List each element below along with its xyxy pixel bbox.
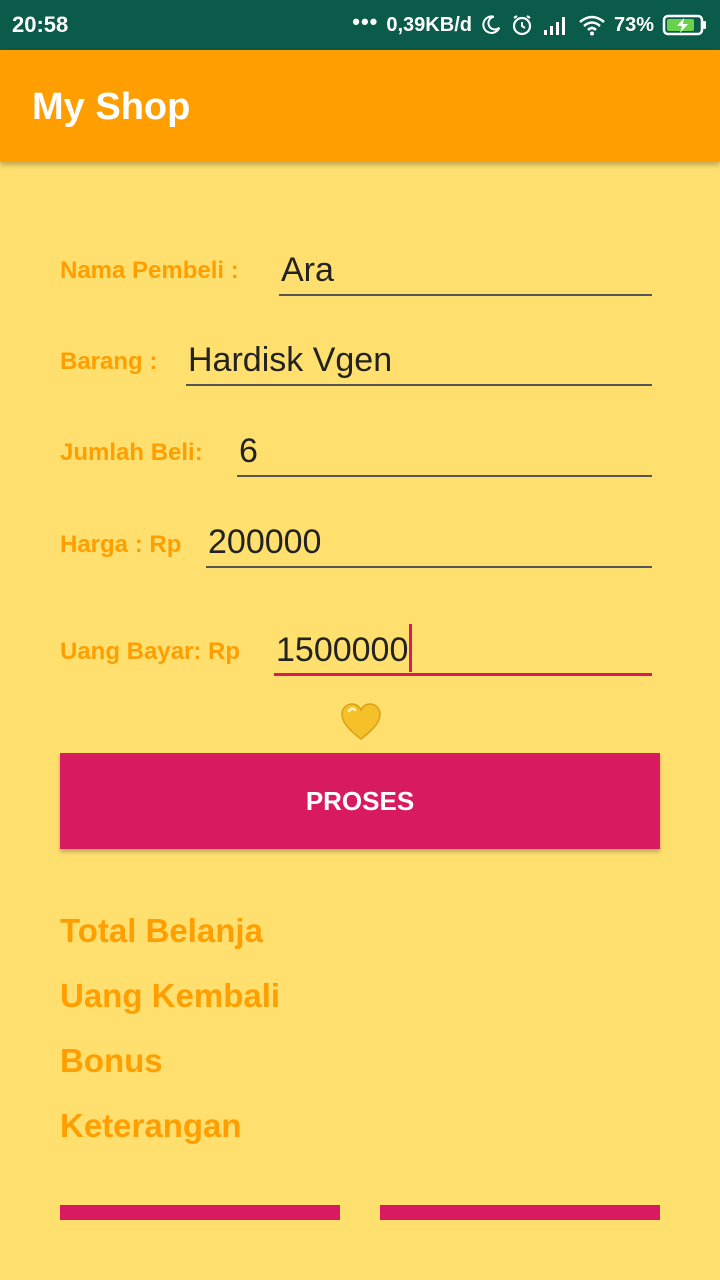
jumlah-beli-input[interactable]: 6 <box>237 431 652 477</box>
barang-value: Hardisk Vgen <box>188 341 393 379</box>
status-icons: ••• 0,39KB/d 73% <box>352 10 708 40</box>
battery-percent: 73% <box>613 13 654 36</box>
jumlah-beli-value: 6 <box>239 432 258 470</box>
status-time: 20:58 <box>12 12 69 37</box>
bottom-left-button[interactable] <box>60 1205 340 1220</box>
moon-icon <box>480 14 502 36</box>
proses-button[interactable]: PROSES <box>60 753 660 849</box>
jumlah-beli-label: Jumlah Beli: <box>60 439 203 466</box>
uang-bayar-input[interactable]: 1500000 <box>274 624 652 676</box>
app-title: My Shop <box>32 86 191 128</box>
harga-input[interactable]: 200000 <box>206 522 652 568</box>
network-speed: 0,39KB/d <box>386 13 472 36</box>
bottom-right-button[interactable] <box>380 1205 660 1220</box>
battery-charging-icon <box>662 13 708 37</box>
status-bar: 20:58 ••• 0,39KB/d 73% <box>0 0 720 50</box>
text-cursor <box>409 624 413 673</box>
harga-label: Harga : Rp <box>60 531 182 558</box>
nama-pembeli-input[interactable]: Ara <box>279 250 652 296</box>
uang-kembali-label: Uang Kembali <box>60 977 281 1014</box>
barang-input[interactable]: Hardisk Vgen <box>186 340 652 386</box>
alarm-icon <box>510 13 534 37</box>
signal-icon <box>542 14 570 36</box>
notification-dots: ••• <box>352 9 379 34</box>
harga-value: 200000 <box>208 523 322 561</box>
uang-bayar-label: Uang Bayar: Rp <box>60 638 241 665</box>
yellow-heart-icon <box>340 702 382 742</box>
app-bar: My Shop <box>0 50 720 162</box>
keterangan-label: Keterangan <box>60 1107 242 1144</box>
nama-pembeli-label: Nama Pembeli : <box>60 257 239 284</box>
barang-label: Barang : <box>60 348 158 375</box>
bonus-label: Bonus <box>60 1042 163 1079</box>
total-belanja-label: Total Belanja <box>60 912 263 949</box>
uang-bayar-value: 1500000 <box>276 631 409 669</box>
wifi-icon <box>578 14 606 36</box>
nama-pembeli-value: Ara <box>281 251 334 289</box>
